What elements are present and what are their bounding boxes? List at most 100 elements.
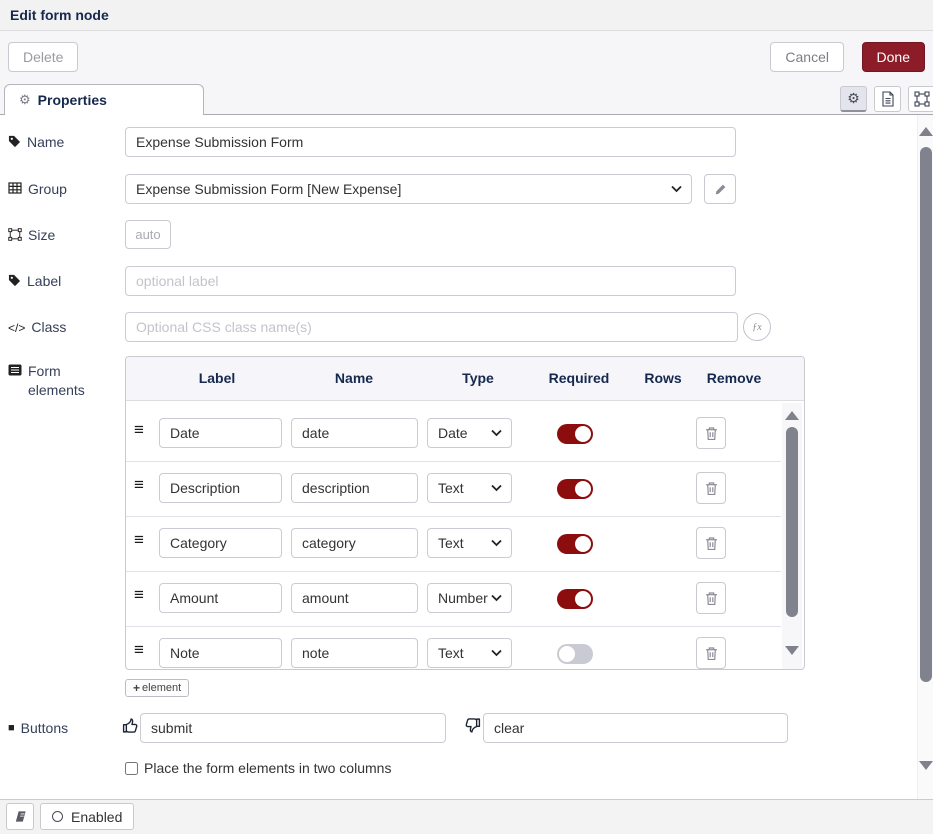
trash-icon [705, 536, 718, 551]
group-row-label: Group [8, 180, 118, 199]
edit-group-button[interactable] [704, 174, 736, 204]
thumbs-up-icon [122, 717, 139, 734]
dynamic-fx-button[interactable]: ƒx [743, 313, 771, 341]
object-group-icon [8, 228, 22, 241]
appearance-view-button[interactable] [908, 86, 933, 112]
column-header-rows: Rows [644, 370, 681, 386]
properties-view-button[interactable]: ⚙ [840, 86, 867, 112]
drag-handle-icon[interactable]: ≡ [134, 476, 143, 493]
add-element-button[interactable]: +element [125, 679, 189, 697]
gear-icon: ⚙ [847, 90, 860, 107]
required-toggle[interactable] [557, 424, 593, 444]
remove-element-button[interactable] [696, 582, 726, 614]
form-element-row: ≡ Number [126, 572, 781, 627]
node-enabled-toggle[interactable]: Enabled [40, 803, 134, 830]
required-toggle[interactable] [557, 589, 593, 609]
element-name-input[interactable] [291, 583, 418, 613]
dialog-toolbar: Delete Cancel Done [0, 31, 933, 84]
element-name-input[interactable] [291, 473, 418, 503]
group-select[interactable]: Expense Submission Form [New Expense] [125, 174, 692, 204]
remove-element-button[interactable] [696, 417, 726, 449]
done-button[interactable]: Done [862, 42, 925, 72]
required-toggle[interactable] [557, 644, 593, 664]
class-input[interactable] [125, 312, 738, 342]
column-header-name: Name [335, 370, 373, 386]
label-input[interactable] [125, 266, 736, 296]
dialog-title: Edit form node [10, 0, 109, 30]
drag-handle-icon[interactable]: ≡ [134, 531, 143, 548]
column-header-type: Type [462, 370, 494, 386]
tab-bar: ⚙ Properties ⚙ [0, 84, 933, 115]
chevron-down-icon [491, 540, 502, 547]
dialog-title-bar: Edit form node [0, 0, 933, 31]
form-elements-header: Label Name Type Required Rows Remove [126, 357, 804, 401]
element-type-select[interactable]: Date [427, 418, 512, 448]
scroll-down-icon[interactable] [785, 646, 799, 655]
form-element-row: ≡ Text [126, 627, 781, 669]
trash-icon [705, 481, 718, 496]
table-scrollbar[interactable] [782, 403, 802, 669]
remove-element-button[interactable] [696, 527, 726, 559]
scrollbar-thumb[interactable] [786, 427, 798, 617]
column-header-required: Required [549, 370, 610, 386]
element-name-input[interactable] [291, 638, 418, 668]
chevron-down-icon [671, 186, 682, 193]
two-columns-option[interactable]: Place the form elements in two columns [125, 760, 391, 776]
column-header-label: Label [199, 370, 236, 386]
element-type-select[interactable]: Text [427, 528, 512, 558]
tag-icon [8, 274, 21, 287]
class-row-label: </> Class [8, 318, 118, 337]
description-view-button[interactable] [874, 86, 901, 112]
properties-panel: Name Group Expense Submission Form [New … [0, 115, 933, 799]
pencil-icon [714, 183, 727, 196]
remove-element-button[interactable] [696, 637, 726, 669]
table-icon [8, 182, 22, 194]
drag-handle-icon[interactable]: ≡ [134, 421, 143, 438]
required-toggle[interactable] [557, 479, 593, 499]
element-type-select[interactable]: Text [427, 638, 512, 668]
form-elements-body: ≡ Date ≡ Te [126, 401, 804, 669]
cancel-button[interactable]: Cancel [770, 42, 844, 72]
scroll-up-icon[interactable] [785, 411, 799, 420]
trash-icon [705, 591, 718, 606]
element-name-input[interactable] [291, 528, 418, 558]
element-label-input[interactable] [159, 638, 282, 668]
name-input[interactable] [125, 127, 736, 157]
size-row-label: Size [8, 226, 118, 245]
element-type-select[interactable]: Text [427, 473, 512, 503]
element-type-select[interactable]: Number [427, 583, 512, 613]
plus-icon: + [133, 681, 140, 695]
book-icon [13, 810, 28, 823]
delete-button[interactable]: Delete [8, 42, 78, 72]
edit-form-node-dialog: Edit form node Delete Cancel Done ⚙ Prop… [0, 0, 933, 834]
element-name-input[interactable] [291, 418, 418, 448]
remove-element-button[interactable] [696, 472, 726, 504]
two-columns-label: Place the form elements in two columns [144, 760, 391, 776]
element-label-input[interactable] [159, 418, 282, 448]
label-row-label: Label [8, 272, 118, 291]
element-label-input[interactable] [159, 528, 282, 558]
panel-scrollbar[interactable] [917, 115, 933, 799]
scroll-down-icon[interactable] [919, 761, 933, 770]
square-icon: ■ [8, 721, 15, 736]
submit-button-text-input[interactable] [140, 713, 446, 743]
required-toggle[interactable] [557, 534, 593, 554]
clear-button-text-input[interactable] [483, 713, 788, 743]
trash-icon [705, 426, 718, 441]
scrollbar-thumb[interactable] [920, 147, 932, 682]
group-select-icon [914, 91, 930, 107]
drag-handle-icon[interactable]: ≡ [134, 586, 143, 603]
size-button[interactable]: auto [125, 220, 171, 249]
drag-handle-icon[interactable]: ≡ [134, 641, 143, 658]
element-label-input[interactable] [159, 583, 282, 613]
code-icon: </> [8, 320, 25, 336]
circle-icon [52, 811, 63, 822]
document-icon [881, 91, 895, 107]
element-label-input[interactable] [159, 473, 282, 503]
column-header-remove: Remove [707, 370, 761, 386]
tab-label: Properties [38, 92, 107, 108]
node-help-button[interactable] [6, 803, 34, 830]
scroll-up-icon[interactable] [919, 127, 933, 136]
two-columns-checkbox[interactable] [125, 762, 138, 775]
tab-properties[interactable]: ⚙ Properties [4, 84, 204, 115]
